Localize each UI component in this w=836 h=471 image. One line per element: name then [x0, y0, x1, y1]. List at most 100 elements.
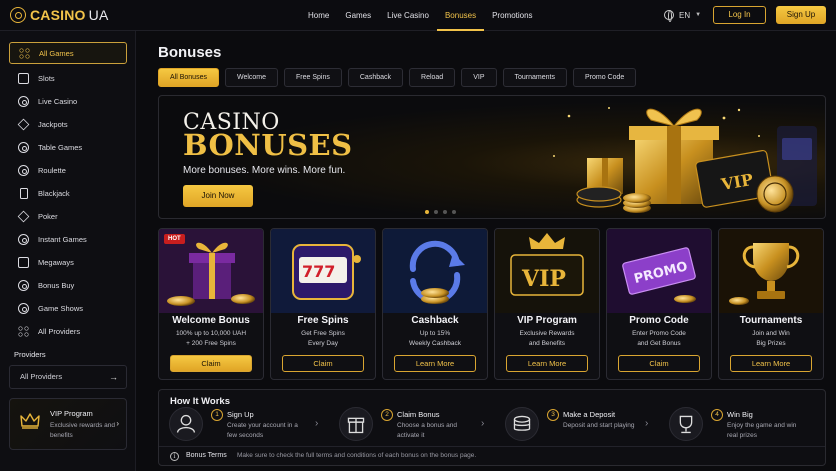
claim-free-spins-button[interactable]: Claim: [282, 355, 364, 372]
sidebar-item-all-providers[interactable]: All Providers: [9, 320, 127, 342]
brand-logo[interactable]: CASINO UA: [10, 7, 109, 23]
slot-reels-text: 777: [302, 262, 335, 281]
step-description: Deposit and start playing: [563, 422, 635, 429]
login-button[interactable]: Log In: [713, 6, 766, 24]
sidebar: All Games Slots Live Casino Jackpots Tab…: [0, 31, 136, 471]
nav-live-casino[interactable]: Live Casino: [379, 0, 437, 31]
step-number: 1: [211, 409, 223, 421]
nav-promotions[interactable]: Promotions: [484, 0, 540, 31]
carousel-dot[interactable]: [443, 210, 447, 214]
crown-icon: [20, 413, 40, 429]
tab-free-spins[interactable]: Free Spins: [284, 68, 342, 87]
vip-program-card[interactable]: VIP Program Exclusive rewards and benefi…: [9, 398, 127, 450]
tournaments-card: Tournaments Join and Win Big Prizes Learn…: [718, 228, 824, 380]
claim-promo-code-button[interactable]: Claim: [618, 355, 700, 372]
language-selector[interactable]: EN ▼: [664, 10, 701, 22]
chevron-right-icon: ›: [315, 418, 319, 429]
signup-button[interactable]: Sign Up: [776, 6, 826, 24]
step-title: Claim Bonus: [397, 410, 440, 419]
sidebar-item-label: Table Games: [38, 142, 83, 152]
tab-reload[interactable]: Reload: [409, 68, 456, 87]
chevron-right-icon: ›: [481, 418, 485, 429]
vip-card-subtitle: Exclusive rewards and benefits: [50, 422, 116, 439]
sidebar-item-game-shows[interactable]: Game Shows: [9, 297, 127, 319]
providers-select-value: All Providers: [20, 372, 63, 381]
sidebar-item-label: All Games: [39, 48, 74, 58]
step-number: 3: [547, 409, 559, 421]
sidebar-item-all-games[interactable]: All Games: [9, 42, 127, 64]
cashback-icon: [383, 229, 487, 313]
sidebar-item-label: Jackpots: [38, 119, 68, 129]
promo-code-card: PROMO Promo Code Enter Promo Code and Get…: [606, 228, 712, 380]
user-icon: [169, 407, 203, 441]
step-make-deposit: 3 Make a Deposit Deposit and start playi…: [505, 407, 655, 443]
sidebar-item-table-games[interactable]: Table Games: [9, 136, 127, 158]
nav-home[interactable]: Home: [300, 0, 337, 31]
nav-bonuses[interactable]: Bonuses: [436, 0, 485, 31]
bonus-terms-label[interactable]: Bonus Terms: [186, 452, 227, 459]
tab-cashback[interactable]: Cashback: [347, 68, 404, 87]
hero-subtitle: More bonuses. More wins. More fun.: [183, 165, 346, 176]
sidebar-item-label: Game Shows: [38, 303, 84, 313]
card-desc-line1: Enter Promo Code: [632, 330, 686, 337]
ticket-icon: PROMO: [607, 229, 711, 313]
card-title: Cashback: [411, 315, 459, 326]
card-desc-line1: 100% up to 10,000 UAH: [175, 330, 247, 337]
sidebar-item-label: Roulette: [38, 165, 66, 175]
top-bar: CASINO UA Home Games Live Casino Bonuses …: [0, 0, 836, 31]
sidebar-item-label: Blackjack: [38, 188, 70, 198]
trophy-icon: [669, 407, 703, 441]
bonus-terms-bar: i Bonus Terms Make sure to check the ful…: [159, 446, 825, 466]
game-show-icon: [18, 302, 29, 314]
tab-welcome[interactable]: Welcome: [224, 68, 279, 87]
join-now-button[interactable]: Join Now: [183, 185, 253, 207]
learn-more-cashback-button[interactable]: Learn More: [394, 355, 476, 372]
vip-badge-icon: VIP: [495, 229, 599, 313]
card-desc-line1: Exclusive Rewards: [519, 330, 575, 337]
welcome-bonus-card: HOT Welcome Bonus 100% up to 10,000 UAH +…: [158, 228, 264, 380]
hero-banner: CASINO BONUSES More bonuses. More wins. …: [158, 95, 826, 219]
hot-badge: HOT: [164, 234, 185, 244]
step-description: Create your account in a few seconds: [227, 422, 298, 439]
nav-games[interactable]: Games: [337, 0, 379, 31]
grid-icon: [19, 47, 30, 59]
providers-select[interactable]: All Providers →: [9, 365, 127, 389]
tab-all-bonuses[interactable]: All Bonuses: [158, 68, 219, 87]
learn-more-tournaments-button[interactable]: Learn More: [730, 355, 812, 372]
sidebar-item-blackjack[interactable]: Blackjack: [9, 182, 127, 204]
instant-icon: [18, 233, 29, 245]
page-title: Bonuses: [158, 44, 222, 61]
claim-welcome-button[interactable]: Claim: [170, 355, 252, 372]
card-desc-line1: Up to 15%: [419, 330, 451, 337]
sidebar-item-live-casino[interactable]: Live Casino: [9, 90, 127, 112]
sidebar-item-megaways[interactable]: Megaways: [9, 251, 127, 273]
how-it-works: How It Works 1 Sign Up Create your accou…: [158, 389, 826, 466]
jackpot-icon: [17, 118, 30, 130]
carousel-dot[interactable]: [425, 210, 429, 214]
chip-icon: [18, 141, 29, 153]
sidebar-item-bonus-buy[interactable]: Bonus Buy: [9, 274, 127, 296]
tab-promo-code[interactable]: Promo Code: [572, 68, 637, 87]
learn-more-vip-button[interactable]: Learn More: [506, 355, 588, 372]
sidebar-item-poker[interactable]: Poker: [9, 205, 127, 227]
card-desc-line2: Weekly Cashback: [409, 340, 461, 347]
sidebar-item-label: Megaways: [38, 257, 74, 267]
dealer-icon: [18, 95, 29, 107]
card-title: Free Spins: [297, 315, 349, 326]
carousel-dot[interactable]: [434, 210, 438, 214]
tab-vip[interactable]: VIP: [461, 68, 497, 87]
gift-box-illustration: VIP: [553, 107, 817, 213]
tab-tournaments[interactable]: Tournaments: [502, 68, 567, 87]
brand-name: CASINO: [30, 7, 86, 23]
sidebar-item-label: All Providers: [38, 326, 81, 336]
sidebar-item-label: Live Casino: [38, 96, 78, 106]
carousel-dot[interactable]: [452, 210, 456, 214]
sidebar-item-jackpots[interactable]: Jackpots: [9, 113, 127, 135]
sidebar-item-instant-games[interactable]: Instant Games: [9, 228, 127, 250]
slot-icon: [18, 72, 29, 84]
step-title: Sign Up: [227, 410, 254, 419]
sidebar-item-slots[interactable]: Slots: [9, 67, 127, 89]
card-icon: [19, 187, 28, 199]
sidebar-item-roulette[interactable]: Roulette: [9, 159, 127, 181]
step-claim-bonus: 2 Claim Bonus Choose a bonus and activat…: [339, 407, 489, 443]
